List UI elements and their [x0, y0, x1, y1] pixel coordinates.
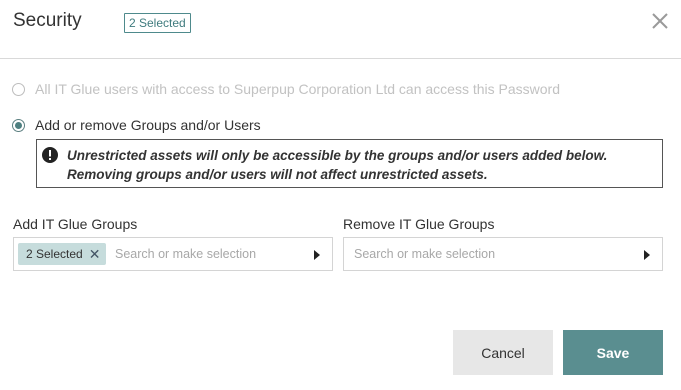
radio-all-users-label: All IT Glue users with access to Superpu…: [35, 81, 560, 97]
remove-groups-select[interactable]: Search or make selection: [343, 237, 663, 271]
alert-line-2: Removing groups and/or users will not af…: [67, 167, 488, 182]
add-groups-dropdown-arrow-icon[interactable]: [314, 250, 320, 260]
radio-all-users[interactable]: [12, 82, 25, 96]
add-groups-label: Add IT Glue Groups: [13, 216, 138, 232]
radio-groups-users[interactable]: [12, 118, 25, 132]
alert-message: Unrestricted assets will only be accessi…: [67, 146, 607, 184]
modal-title: Security: [13, 10, 82, 31]
selected-count-badge: 2 Selected: [124, 13, 191, 33]
radio-groups-users-label: Add or remove Groups and/or Users: [35, 117, 261, 133]
radio-option-groups-users[interactable]: Add or remove Groups and/or Users: [12, 117, 261, 133]
exclamation-circle-icon: [42, 147, 58, 163]
selected-groups-chip: 2 Selected ✕: [18, 243, 107, 265]
remove-chip-icon[interactable]: ✕: [89, 243, 101, 265]
add-groups-search-input[interactable]: Search or make selection: [115, 247, 256, 261]
save-button[interactable]: Save: [563, 330, 663, 375]
cancel-button[interactable]: Cancel: [453, 330, 553, 375]
alert-line-1: Unrestricted assets will only be accessi…: [67, 148, 608, 163]
radio-option-all-users[interactable]: All IT Glue users with access to Superpu…: [12, 81, 560, 97]
unrestricted-assets-alert: Unrestricted assets will only be accessi…: [36, 139, 663, 188]
remove-groups-label: Remove IT Glue Groups: [343, 216, 495, 232]
modal-header: Security 2 Selected: [0, 0, 681, 59]
remove-groups-search-input[interactable]: Search or make selection: [354, 247, 495, 261]
add-groups-select[interactable]: 2 Selected ✕ Search or make selection: [13, 237, 333, 271]
remove-groups-dropdown-arrow-icon[interactable]: [644, 250, 650, 260]
close-icon[interactable]: [648, 9, 672, 33]
selected-groups-chip-label: 2 Selected: [26, 247, 83, 261]
